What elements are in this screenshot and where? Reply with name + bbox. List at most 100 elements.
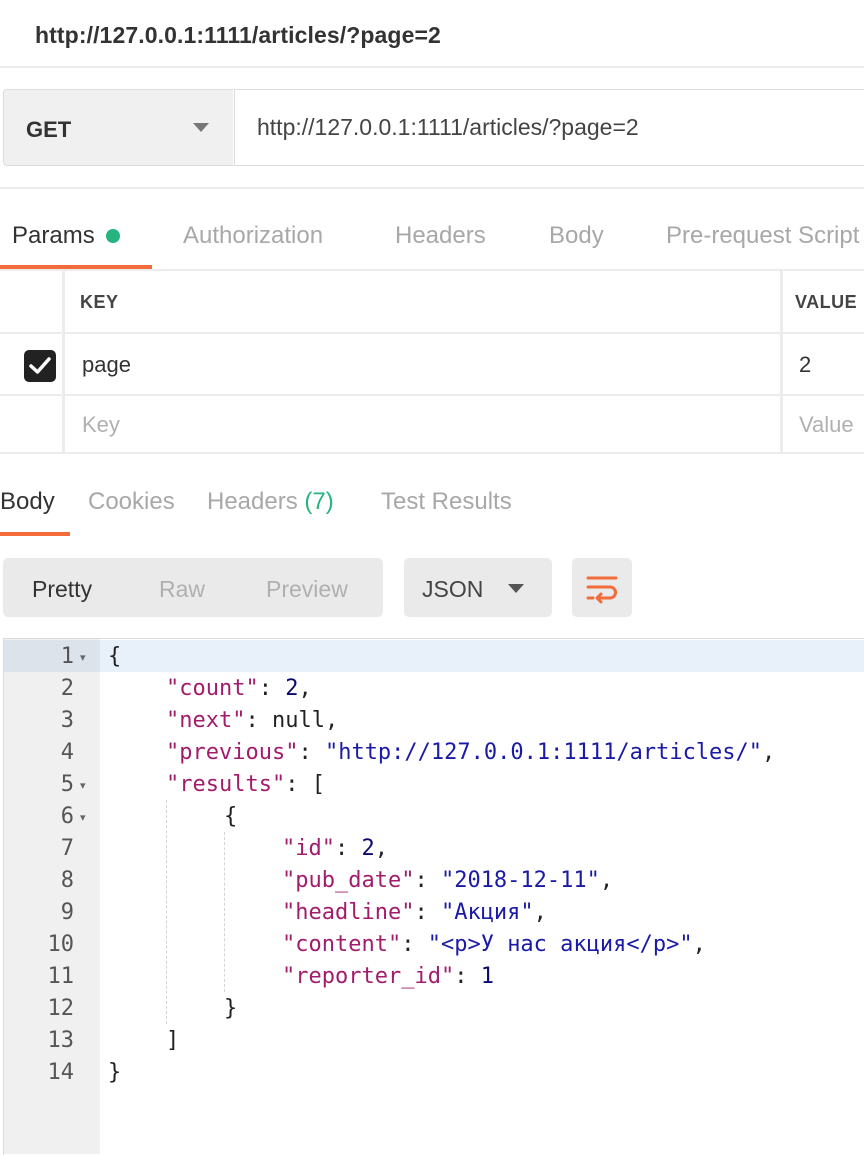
code-token: , [324,708,339,733]
view-preview-button[interactable]: Preview [266,576,348,603]
code-token: 1 [480,964,494,989]
wrap-lines-icon [586,576,618,604]
code-token: : [454,964,481,989]
column-header-key: KEY [80,292,119,312]
code-token: "http://127.0.0.1:1111/articles/" [324,740,763,765]
code-line: { [224,801,237,833]
param-value-cell[interactable]: 2 [799,352,811,378]
code-token: "id" [282,836,335,861]
code-token: "count" [166,676,259,701]
new-param-key-input[interactable]: Key [82,412,120,438]
code-line: ] [166,1025,179,1057]
window-title: http://127.0.0.1:1111/articles/?page=2 [35,22,441,48]
tab-response-headers[interactable]: Headers (7) [207,488,334,516]
code-line: } [108,1057,121,1089]
tab-test-results[interactable]: Test Results [381,488,512,516]
tab-pre-request-script[interactable]: Pre-request Script [666,222,859,250]
code-token: : [414,868,441,893]
fold-toggle-icon[interactable]: ▾ [80,779,86,792]
chevron-down-icon[interactable] [508,584,524,593]
code-token: : [298,740,325,765]
code-line: "previous": "http://127.0.0.1:1111/artic… [166,737,775,769]
wrap-lines-button[interactable] [572,558,632,617]
code-token: null [271,708,325,733]
table-row-divider [0,332,864,334]
code-token: 2 [285,676,299,701]
line-number: 5 [60,772,74,797]
code-token: "<p>У нас акция</p>" [427,932,693,957]
indent-guide [166,800,167,1024]
active-tab-indicator [0,532,70,536]
code-token: "headline" [282,900,415,925]
param-enabled-checkbox[interactable] [24,350,56,382]
line-number: 8 [60,868,74,893]
code-token: : [245,708,272,733]
tab-response-body[interactable]: Body [0,488,55,516]
code-token: : [258,676,286,701]
line-number: 1 [60,644,74,669]
table-column-divider [780,271,783,453]
tab-response-cookies[interactable]: Cookies [88,488,175,516]
line-number: 10 [47,932,75,957]
code-token: 2 [361,836,375,861]
code-token: , [533,900,547,925]
line-number: 2 [60,676,74,701]
code-line: "results": [ [166,769,325,801]
line-number: 4 [60,740,74,765]
params-indicator-dot [106,229,120,243]
param-key-cell[interactable]: page [82,352,131,378]
code-line: "count": 2, [166,673,312,705]
code-token: , [692,932,706,957]
line-number: 14 [47,1060,75,1085]
indent-guide [224,832,225,992]
new-param-value-input[interactable]: Value [799,412,854,438]
active-line-highlight [100,640,864,672]
code-line: "pub_date": "2018-12-11", [282,865,613,897]
fold-toggle-icon[interactable]: ▾ [80,651,86,664]
code-token: ] [166,1028,180,1053]
tab-authorization[interactable]: Authorization [183,222,323,250]
code-line: "next": null, [166,705,338,737]
code-token: "reporter_id" [282,964,455,989]
tab-response-headers-label: Headers [207,488,298,515]
line-number: 6 [60,804,74,829]
code-line: "reporter_id": 1 [282,961,494,993]
method-label[interactable]: GET [26,117,71,143]
table-row-divider [0,394,864,396]
format-select-value[interactable]: JSON [422,576,483,603]
chevron-down-icon[interactable] [193,123,209,132]
code-token: : [401,932,428,957]
code-token: { [224,804,238,829]
code-token: } [108,1060,122,1085]
code-line: "id": 2, [282,833,388,865]
code-token: : [334,836,362,861]
fold-toggle-icon[interactable]: ▾ [80,811,86,824]
code-token: "next" [166,708,246,733]
line-number: 3 [60,708,74,733]
code-token: "results" [166,772,286,797]
code-token: "pub_date" [282,868,415,893]
code-line: } [224,993,237,1025]
code-line: { [108,641,121,673]
code-token: "Акция" [440,900,534,925]
line-number: 13 [47,1028,75,1053]
line-number: 12 [47,996,75,1021]
code-token: , [599,868,614,893]
view-raw-button[interactable]: Raw [159,576,205,603]
divider [0,269,864,271]
check-icon [29,357,51,374]
code-token: , [298,676,312,701]
code-token: "content" [282,932,402,957]
code-token: : [ [285,772,325,797]
tab-headers[interactable]: Headers [395,222,486,250]
code-token: } [224,996,238,1021]
code-token: : [414,900,441,925]
url-input-value[interactable]: http://127.0.0.1:1111/articles/?page=2 [257,114,639,141]
column-header-value: VALUE [795,292,858,312]
view-pretty-button[interactable]: Pretty [32,576,92,603]
code-token: { [108,644,122,669]
code-token: , [374,836,388,861]
line-number: 7 [60,836,74,861]
tab-params[interactable]: Params [12,222,95,250]
tab-body[interactable]: Body [549,222,604,250]
